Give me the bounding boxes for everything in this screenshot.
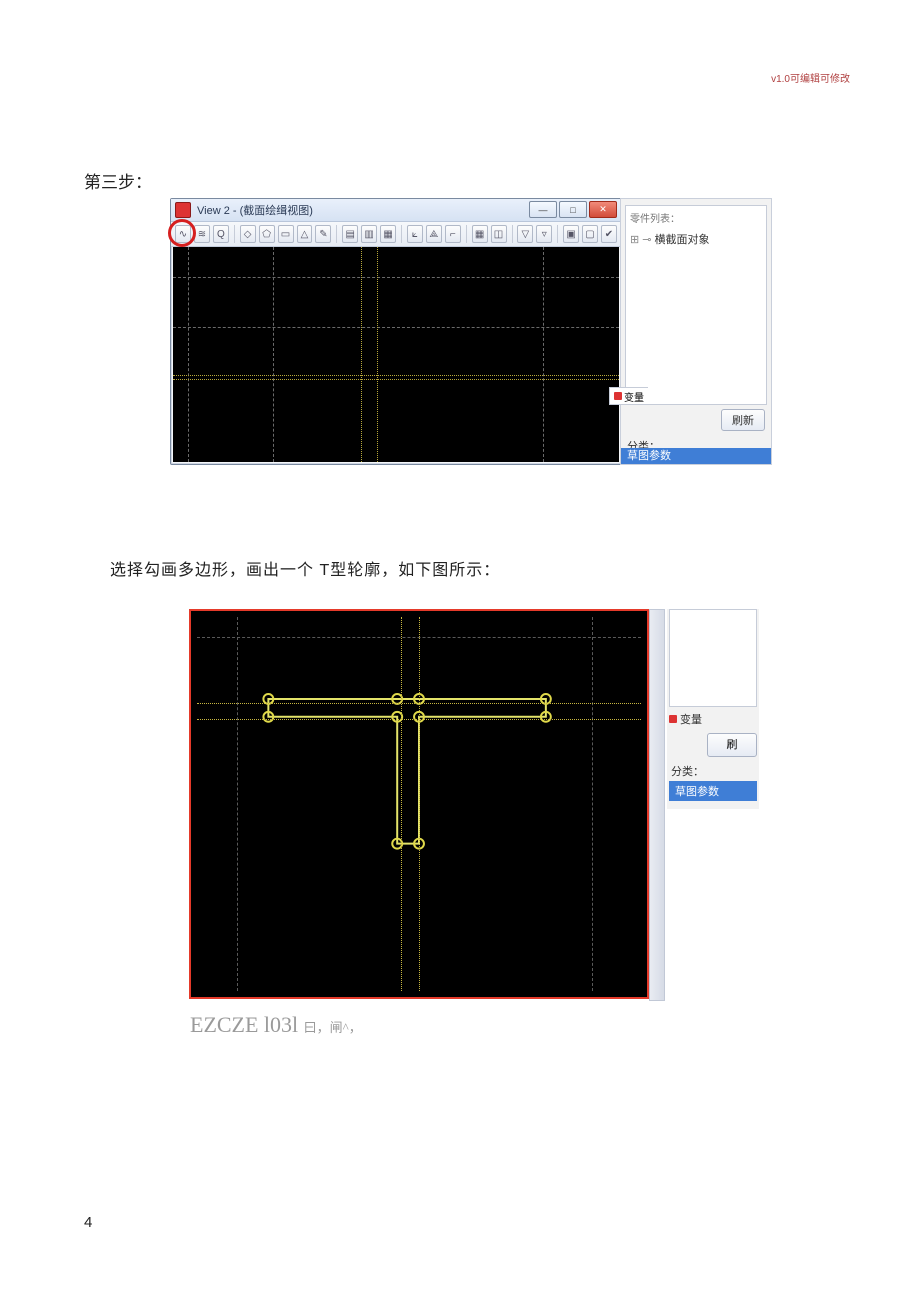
toolbar-separator <box>512 225 513 243</box>
bottom-caption: EZCZE l03l 曰，闸^， <box>190 1012 362 1038</box>
tool-grid1-icon[interactable]: ▤ <box>342 225 358 243</box>
variables-tab-2-label: 变量 <box>680 711 702 727</box>
tool-polyline-icon[interactable]: ∿ <box>175 225 191 243</box>
tool-grid2-icon[interactable]: ▥ <box>361 225 377 243</box>
app-icon <box>175 202 191 218</box>
sketch-params-bar[interactable]: 草图参数 <box>621 448 771 464</box>
refresh-button-2[interactable]: 刷 <box>707 733 757 757</box>
t-profile-path <box>268 699 546 844</box>
window-title-text: View 2 - (截面绘缉视图) <box>197 202 313 218</box>
header-version-note: v1.0可编辑可修改 <box>771 70 850 85</box>
tool-angle3-icon[interactable]: ⌐ <box>445 225 461 243</box>
tool-block1-icon[interactable]: ▦ <box>472 225 488 243</box>
toolbar: ∿ ≋ Q ◇ ⬠ ▭ △ ✎ ▤ ▥ ▦ ⟀ ⟁ ⌐ ▦ ◫ <box>171 222 621 247</box>
variables-tab-2[interactable]: 变量 <box>669 711 757 727</box>
tool-edit-icon[interactable]: ✎ <box>315 225 331 243</box>
step-title: 第三步： <box>84 168 152 193</box>
toolbar-separator <box>234 225 235 243</box>
tool-zoom-icon[interactable]: Q <box>213 225 229 243</box>
figure-1: View 2 - (截面绘缉视图) — □ ✕ ∿ ≋ Q ◇ ⬠ ▭ △ ✎ <box>170 198 770 466</box>
tool-angle1-icon[interactable]: ⟀ <box>407 225 423 243</box>
tool-tri1-icon[interactable]: ▽ <box>517 225 533 243</box>
tool-misc1-icon[interactable]: ▣ <box>563 225 579 243</box>
window-minimize-button[interactable]: — <box>529 201 557 218</box>
tool-shape-pentagon-icon[interactable]: ⬠ <box>259 225 275 243</box>
tree-box-2[interactable] <box>669 609 757 707</box>
tool-shape-tri-icon[interactable]: △ <box>297 225 313 243</box>
figure-2: 变量 刷 分类： 草图参数 <box>189 609 759 1023</box>
drawing-canvas-1[interactable] <box>173 247 619 462</box>
window-titlebar[interactable]: View 2 - (截面绘缉视图) — □ ✕ <box>171 199 621 222</box>
class-label-2: 分类： <box>671 763 755 779</box>
variables-tab-label: 变量 <box>624 389 644 404</box>
tool-grid3-icon[interactable]: ▦ <box>380 225 396 243</box>
tool-tri2-icon[interactable]: ▿ <box>536 225 552 243</box>
refresh-button[interactable]: 刷新 <box>721 409 765 431</box>
drawing-canvas-2[interactable] <box>197 617 641 991</box>
tool-shape-rect-icon[interactable]: ▭ <box>278 225 294 243</box>
side-panel-1: 零件列表： 横截面对象 变量 刷新 分类： 草图参数 <box>620 198 772 465</box>
app-window: View 2 - (截面绘缉视图) — □ ✕ ∿ ≋ Q ◇ ⬠ ▭ △ ✎ <box>170 198 622 465</box>
part-tree[interactable]: 零件列表： 横截面对象 <box>625 205 767 405</box>
window-close-button[interactable]: ✕ <box>589 201 617 218</box>
side-panel-2: 变量 刷 分类： 草图参数 <box>667 609 759 809</box>
red-dot-icon <box>669 715 677 723</box>
instruction-text: 选择勾画多边形，画出一个 T型轮廓，如下图所示： <box>110 556 500 580</box>
tool-angle2-icon[interactable]: ⟁ <box>426 225 442 243</box>
red-dot-icon <box>614 392 622 400</box>
tool-check-icon[interactable]: ✔ <box>601 225 617 243</box>
window-maximize-button[interactable]: □ <box>559 201 587 218</box>
toolbar-separator <box>336 225 337 243</box>
variables-tab[interactable]: 变量 <box>609 387 648 405</box>
toolbar-separator <box>557 225 558 243</box>
bottom-caption-sub: 曰，闸^， <box>304 1020 362 1035</box>
bottom-caption-main: EZCZE l03l <box>190 1012 298 1037</box>
sketch-params-bar-2[interactable]: 草图参数 <box>669 781 757 801</box>
toolbar-separator <box>466 225 467 243</box>
tree-item[interactable]: 横截面对象 <box>630 231 762 247</box>
tool-curve-icon[interactable]: ≋ <box>194 225 210 243</box>
tool-misc2-icon[interactable]: ▢ <box>582 225 598 243</box>
tool-shape-diamond-icon[interactable]: ◇ <box>240 225 256 243</box>
tree-header: 零件列表： <box>630 210 762 225</box>
drawing-canvas-2-frame <box>189 609 649 999</box>
toolbar-separator <box>401 225 402 243</box>
tool-block2-icon[interactable]: ◫ <box>491 225 507 243</box>
scrollbar[interactable] <box>649 609 665 1001</box>
page-number: 4 <box>84 1214 92 1231</box>
